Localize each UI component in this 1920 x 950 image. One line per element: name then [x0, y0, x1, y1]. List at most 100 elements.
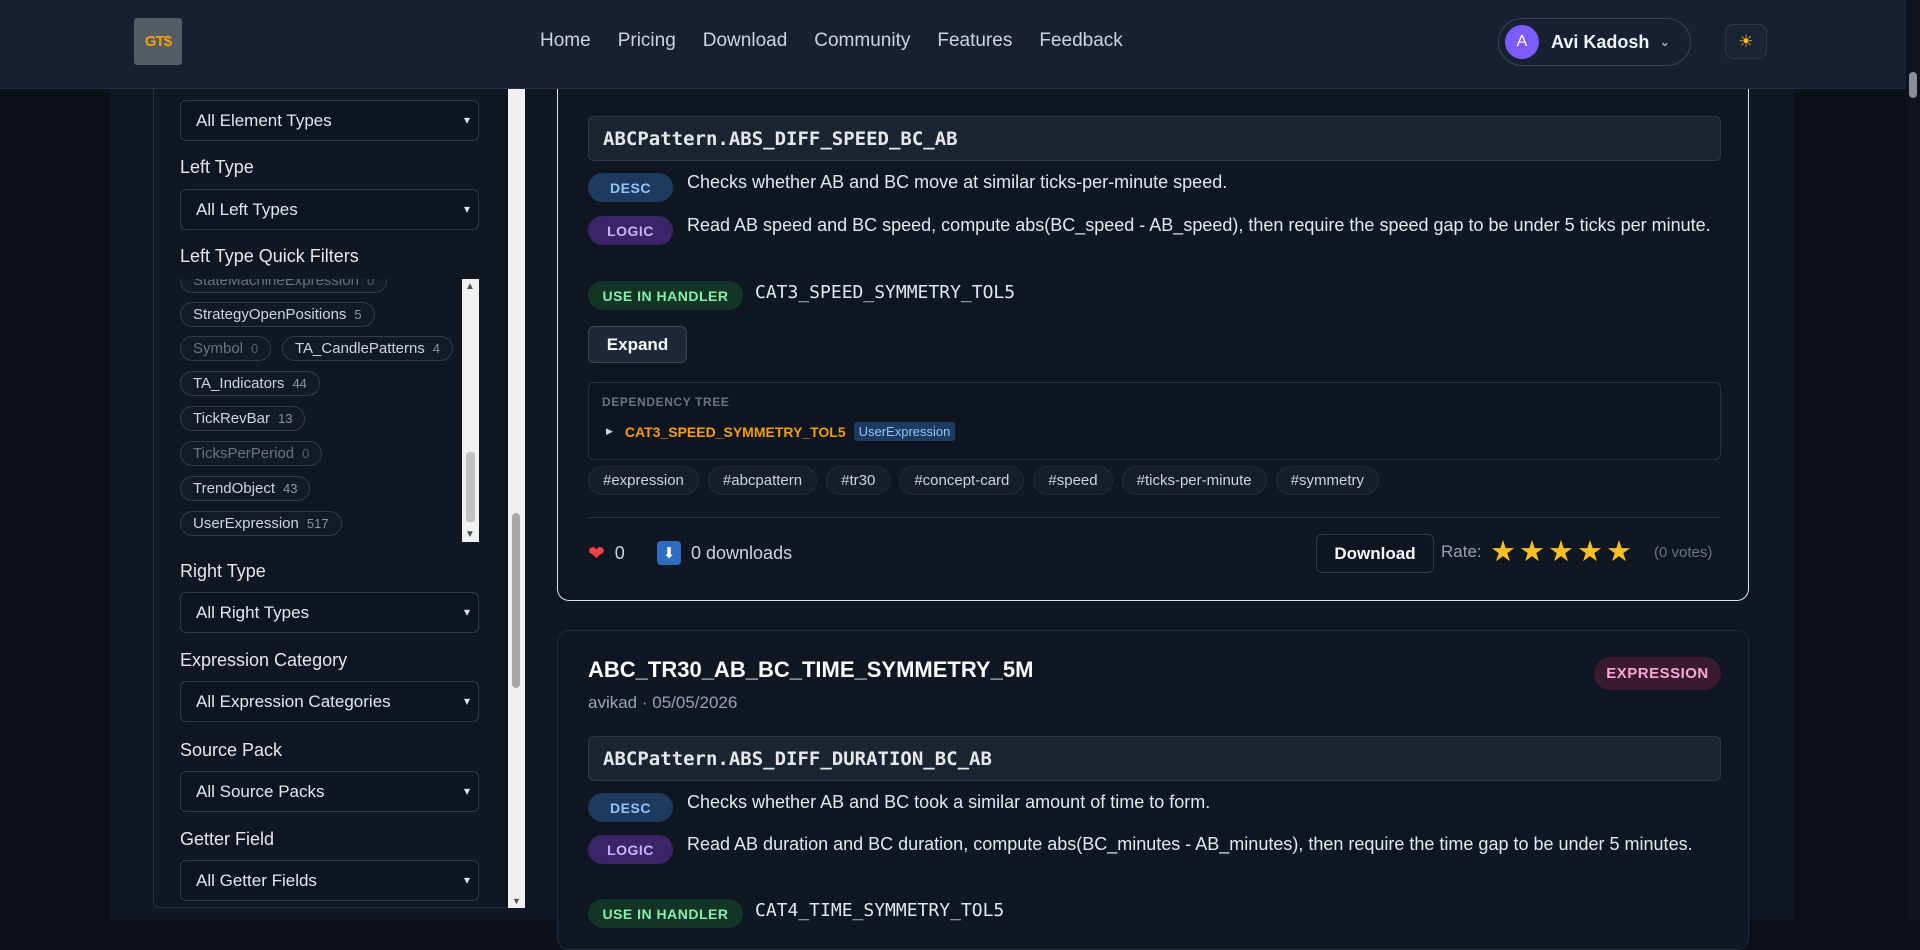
chip-ta-indicators[interactable]: TA_Indicators 44	[180, 371, 320, 396]
sidebar-scrollbar[interactable]: ▼	[508, 89, 525, 908]
tag[interactable]: #expression	[588, 466, 699, 495]
card-meta: avikad · 05/05/2026	[588, 693, 738, 712]
page-scrollbar[interactable]	[1906, 0, 1920, 920]
like-button[interactable]: ❤ 0	[588, 541, 625, 566]
source-pack-label: Source Pack	[180, 740, 283, 760]
page-scrollbar-thumb[interactable]	[1909, 72, 1917, 98]
star-rating[interactable]: ★ ★ ★ ★ ★	[1490, 538, 1632, 567]
scroll-up-icon[interactable]: ▲	[465, 281, 475, 292]
chip-count: 517	[306, 516, 329, 531]
logo[interactable]: GT$	[134, 18, 182, 65]
chevron-down-icon: ▾	[463, 873, 470, 887]
tag[interactable]: #concept-card	[899, 466, 1025, 495]
scroll-down-icon[interactable]: ▼	[512, 896, 521, 906]
chip-ticksperperiod[interactable]: TicksPerPeriod 0	[180, 441, 323, 466]
use-in-handler-badge: USE IN HANDLER	[588, 281, 743, 310]
use-in-handler-badge: USE IN HANDLER	[588, 899, 743, 928]
chip-count: 0	[366, 279, 375, 288]
expression-category-select[interactable]: All Expression Categories ▾	[180, 681, 479, 722]
main-nav: Home Pricing Download Community Features…	[540, 30, 1123, 52]
expression-card: ABCPattern.ABS_DIFF_SPEED_BC_AB DESC Che…	[557, 0, 1749, 601]
chip-label: TA_Indicators	[193, 375, 285, 392]
getter-field-select[interactable]: All Getter Fields ▾	[180, 860, 479, 901]
chevron-down-icon: ▾	[463, 784, 470, 798]
chip-label: TicksPerPeriod	[193, 445, 295, 462]
nav-download[interactable]: Download	[703, 30, 788, 52]
download-arrow-icon: ⬇	[657, 541, 681, 565]
tag[interactable]: #speed	[1033, 466, 1113, 495]
tag[interactable]: #symmetry	[1275, 466, 1379, 495]
caret-right-icon[interactable]: ▶	[606, 426, 613, 437]
chip-count: 13	[277, 411, 293, 426]
chip-userexpression[interactable]: UserExpression 517	[180, 511, 342, 536]
star-icon[interactable]: ★	[1519, 538, 1545, 567]
expression-card: ABC_TR30_AB_BC_TIME_SYMMETRY_5M avikad ·…	[557, 630, 1749, 950]
element-type-select[interactable]: All Element Types ▾	[180, 100, 479, 141]
source-pack-select[interactable]: All Source Packs ▾	[180, 771, 479, 812]
description-text: Checks whether AB and BC move at similar…	[687, 172, 1228, 192]
chip-symbol[interactable]: Symbol 0	[180, 336, 272, 361]
logic-badge: LOGIC	[588, 216, 673, 245]
nav-feedback[interactable]: Feedback	[1039, 30, 1122, 52]
chip-label: TickRevBar	[193, 410, 270, 427]
right-type-select[interactable]: All Right Types ▾	[180, 592, 479, 633]
chip-label: TrendObject	[193, 480, 275, 497]
star-icon[interactable]: ★	[1606, 538, 1632, 567]
chip-trendobject[interactable]: TrendObject 43	[180, 476, 311, 501]
star-icon[interactable]: ★	[1490, 538, 1516, 567]
nav-community[interactable]: Community	[814, 30, 910, 52]
chip-ta-candlepatterns[interactable]: TA_CandlePatterns 4	[282, 336, 454, 361]
dependency-name: CAT3_SPEED_SYMMETRY_TOL5	[624, 423, 846, 440]
chip-statemachineexpression[interactable]: StateMachineExpression 0	[180, 279, 388, 293]
right-type-value: All Right Types	[196, 602, 310, 622]
chip-count: 4	[432, 341, 441, 356]
expression-category-label: Expression Category	[180, 650, 348, 670]
dependency-node[interactable]: ▶ CAT3_SPEED_SYMMETRY_TOL5 UserExpressio…	[606, 422, 956, 441]
expand-button[interactable]: Expand	[588, 326, 687, 363]
code-expression: ABCPattern.ABS_DIFF_DURATION_BC_AB	[588, 736, 1721, 781]
download-button[interactable]: Download	[1316, 534, 1434, 573]
heart-icon: ❤	[588, 543, 605, 565]
nav-features[interactable]: Features	[937, 30, 1012, 52]
nav-pricing[interactable]: Pricing	[618, 30, 676, 52]
tag[interactable]: #ticks-per-minute	[1121, 466, 1267, 495]
like-count: 0	[614, 543, 625, 563]
top-navbar: GT$ Home Pricing Download Community Feat…	[0, 0, 1906, 89]
desc-badge: DESC	[588, 173, 673, 202]
chip-count: 0	[251, 341, 259, 356]
rate-label: Rate:	[1441, 542, 1482, 561]
description-text: Checks whether AB and BC took a similar …	[687, 792, 1211, 812]
star-icon[interactable]: ★	[1577, 538, 1603, 567]
chip-tickrevbar[interactable]: TickRevBar 13	[180, 406, 306, 431]
nav-home[interactable]: Home	[540, 30, 591, 52]
dependency-tree: DEPENDENCY TREE ▶ CAT3_SPEED_SYMMETRY_TO…	[588, 382, 1721, 460]
left-type-select[interactable]: All Left Types ▾	[180, 189, 479, 230]
star-icon[interactable]: ★	[1548, 538, 1574, 567]
element-type-value: All Element Types	[196, 110, 332, 130]
user-name: Avi Kadosh	[1551, 31, 1650, 52]
chip-strategyopenpositions[interactable]: StrategyOpenPositions 5	[180, 302, 375, 327]
chevron-down-icon: ▾	[463, 113, 470, 127]
sidebar-scrollbar-thumb[interactable]	[512, 513, 520, 688]
handler-name: CAT4_TIME_SYMMETRY_TOL5	[755, 900, 1005, 921]
tag[interactable]: #abcpattern	[707, 466, 818, 495]
getter-field-label: Getter Field	[180, 829, 275, 849]
vote-count: (0 votes)	[1654, 544, 1713, 561]
sun-icon: ☀	[1738, 31, 1754, 51]
right-type-label: Right Type	[180, 561, 266, 581]
chip-label: UserExpression	[193, 515, 299, 532]
tag-list: #expression #abcpattern #tr30 #concept-c…	[588, 466, 1379, 495]
scroll-down-icon[interactable]: ▼	[465, 529, 475, 540]
chip-count: 5	[354, 307, 362, 322]
code-expression: ABCPattern.ABS_DIFF_SPEED_BC_AB	[588, 116, 1721, 161]
chip-count: 0	[302, 446, 310, 461]
chip-list-scrollbar[interactable]: ▲ ▼	[462, 279, 479, 542]
user-menu-button[interactable]: A Avi Kadosh ⌄	[1498, 18, 1691, 66]
left-type-value: All Left Types	[196, 199, 298, 219]
theme-toggle-button[interactable]: ☀	[1725, 24, 1767, 59]
expression-category-value: All Expression Categories	[196, 691, 391, 711]
chip-list-scrollbar-thumb[interactable]	[466, 452, 475, 522]
card-title[interactable]: ABC_TR30_AB_BC_TIME_SYMMETRY_5M	[588, 657, 1033, 683]
dependency-type-badge: UserExpression	[853, 422, 956, 441]
tag[interactable]: #tr30	[826, 466, 891, 495]
